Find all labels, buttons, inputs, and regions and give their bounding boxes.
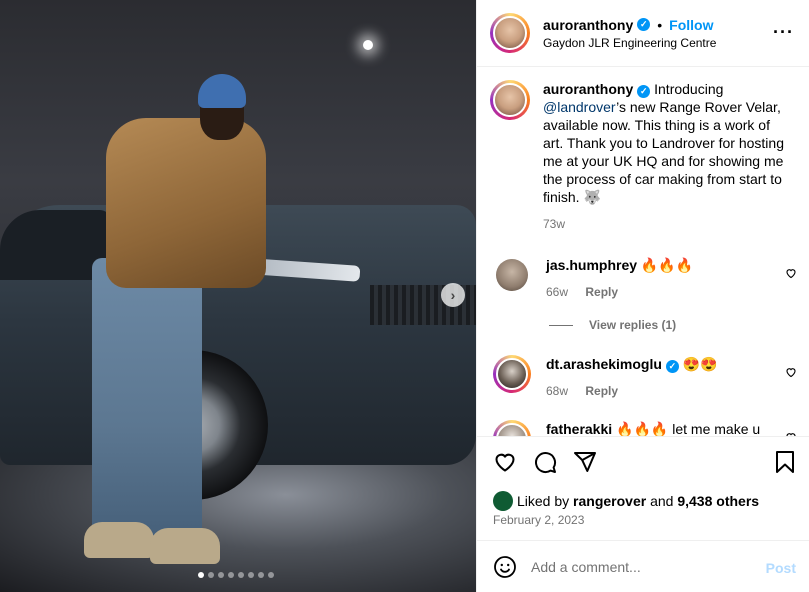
emoji-icon[interactable] — [493, 555, 517, 579]
likes-prefix: Liked by — [517, 493, 570, 509]
carousel-dot — [238, 572, 244, 578]
carousel-dot — [258, 572, 264, 578]
carousel-dot — [268, 572, 274, 578]
comment-input[interactable] — [531, 558, 751, 575]
bookmark-icon[interactable] — [774, 450, 796, 474]
ceiling-light — [363, 40, 373, 50]
carousel-dot-active — [198, 572, 204, 578]
likes-user[interactable]: rangerover — [573, 493, 646, 509]
comment-time[interactable]: 68w — [546, 384, 568, 398]
comment-like-heart-icon[interactable] — [785, 267, 797, 279]
verified-badge-icon: ✓ — [637, 85, 651, 98]
carousel-dot — [248, 572, 254, 578]
view-replies-line — [549, 324, 573, 326]
verified-badge-icon: ✓ — [665, 360, 679, 373]
caption-mention-link[interactable]: @landrover — [543, 99, 616, 115]
photo-person-shoe — [84, 522, 154, 558]
commenter-avatar[interactable] — [493, 355, 531, 393]
view-replies-label: View replies (1) — [589, 318, 677, 332]
comments-list[interactable]: auroranthony ✓ Introducing @landrover’s n… — [477, 68, 809, 436]
comment-like-heart-icon[interactable] — [785, 366, 797, 378]
caption-avatar[interactable] — [490, 80, 530, 120]
carousel-dot — [228, 572, 234, 578]
post-dialog: › auroranthony ✓ • Follow Gaydon JLR Eng… — [0, 0, 809, 592]
post-side-panel: auroranthony ✓ • Follow Gaydon JLR Engin… — [476, 0, 809, 592]
like-heart-icon[interactable] — [493, 450, 517, 474]
caption-username[interactable]: auroranthony — [543, 81, 633, 97]
carousel-dot — [218, 572, 224, 578]
comment-item: dt.arashekimoglu ✓ 😍😍 68w Reply — [493, 355, 803, 400]
caption-time[interactable]: 73w — [543, 217, 565, 231]
carousel-dot — [208, 572, 214, 578]
author-avatar[interactable] — [490, 13, 530, 53]
more-options-icon[interactable]: ··· — [773, 22, 794, 43]
commenter-avatar[interactable] — [493, 256, 531, 294]
view-replies-button[interactable]: View replies (1) — [549, 318, 676, 332]
comment-username[interactable]: dt.arashekimoglu — [546, 356, 662, 372]
commenter-avatar[interactable] — [493, 420, 531, 436]
comment-text: 🔥🔥🔥 let me make u — [616, 421, 761, 436]
comment-username[interactable]: fatherakki — [546, 421, 612, 436]
comment-time[interactable]: 66w — [546, 285, 568, 299]
verified-badge-icon: ✓ — [637, 18, 651, 31]
comment-text: 😍😍 — [682, 356, 718, 372]
comment-item: fatherakki 🔥🔥🔥 let me make u — [493, 420, 803, 436]
carousel-indicator — [198, 572, 274, 578]
carousel-next-button[interactable]: › — [441, 283, 465, 307]
likes-count[interactable]: 9,438 others — [677, 493, 759, 509]
post-photo[interactable]: › — [0, 0, 476, 592]
header-separator: • — [657, 16, 663, 33]
comment-icon[interactable] — [533, 450, 557, 474]
reply-button[interactable]: Reply — [585, 384, 618, 398]
photo-person-shoe — [150, 528, 220, 564]
photo-person-jeans — [92, 258, 202, 538]
photo-person-jacket — [106, 118, 266, 288]
share-send-icon[interactable] — [573, 450, 597, 474]
post-header: auroranthony ✓ • Follow Gaydon JLR Engin… — [477, 0, 809, 67]
reply-button[interactable]: Reply — [585, 285, 618, 299]
liker-avatar[interactable] — [493, 491, 513, 511]
chevron-right-icon: › — [450, 287, 456, 303]
comment-username[interactable]: jas.humphrey — [546, 257, 637, 273]
post-location[interactable]: Gaydon JLR Engineering Centre — [543, 36, 716, 50]
comment-text: 🔥🔥🔥 — [640, 257, 694, 273]
post-date[interactable]: February 2, 2023 — [493, 513, 584, 527]
follow-button[interactable]: Follow — [669, 17, 713, 33]
likes-and: and — [650, 493, 674, 509]
post-caption: auroranthony ✓ Introducing @landrover’s n… — [490, 80, 800, 233]
comment-item: jas.humphrey 🔥🔥🔥 66w Reply — [493, 256, 803, 301]
post-actions: Liked by rangerover and 9,438 others Feb… — [477, 436, 809, 540]
author-username[interactable]: auroranthony — [543, 17, 633, 33]
add-comment-bar: Post — [477, 540, 809, 592]
post-comment-button[interactable]: Post — [766, 560, 796, 576]
likes-summary[interactable]: Liked by rangerover and 9,438 others — [493, 491, 759, 511]
caption-intro: Introducing — [654, 81, 724, 97]
